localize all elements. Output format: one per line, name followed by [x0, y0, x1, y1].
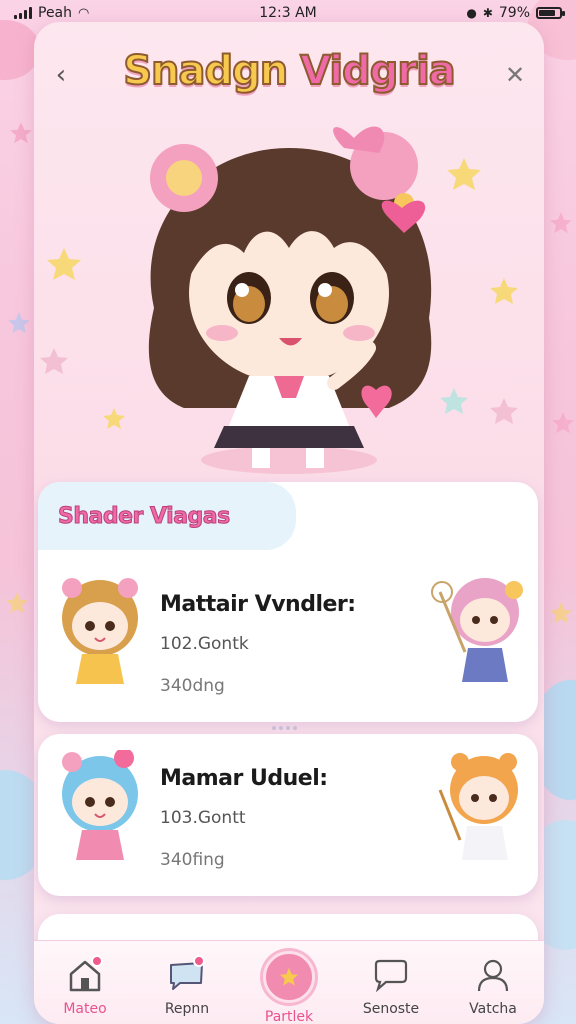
page-title: Snadgn Vidgria [94, 47, 484, 95]
nav-item-profile[interactable]: Vatcha [448, 955, 538, 1017]
battery-percent: 79% [498, 5, 530, 21]
nav-label: Mateo [63, 1001, 107, 1017]
hero-illustration [34, 108, 544, 488]
item-meta: 340dng [160, 676, 225, 696]
character-thumbnail [438, 753, 518, 860]
nav-label: Senoste [362, 1001, 420, 1017]
title-part-2: Vidgria [299, 47, 457, 95]
header: ‹ Snadgn Vidgria ✕ [34, 40, 544, 110]
list-item[interactable]: Mamar Uduel: 103.Gontt 340fing [52, 740, 532, 890]
user-icon [477, 959, 509, 992]
item-name: Mattair Vvndler: [160, 592, 356, 617]
list-panel: Shader Viagas Mattair Vvndler: 102.Gontk… [38, 482, 538, 722]
nav-label: Partlek [264, 1009, 314, 1024]
item-detail: 103.Gontt [160, 808, 246, 828]
section-title: Shader Viagas [58, 503, 231, 529]
item-name: Mamar Uduel: [160, 766, 328, 791]
notification-badge [193, 955, 205, 967]
item-detail: 102.Gontk [160, 634, 249, 654]
battery-icon [536, 7, 565, 19]
alarm-icon: ● [466, 6, 477, 20]
nav-item-messages[interactable]: Repnn [142, 955, 232, 1017]
character-avatar [62, 578, 138, 684]
close-icon: ✕ [504, 61, 526, 89]
nav-item-home[interactable]: Mateo [40, 955, 130, 1017]
chevron-left-icon: ‹ [55, 60, 67, 90]
list-item[interactable]: Mattair Vvndler: 102.Gontk 340dng [52, 566, 532, 716]
list-panel-2: Mamar Uduel: 103.Gontt 340fing [38, 734, 538, 896]
nav-label: Repnn [164, 1001, 210, 1017]
drag-handle[interactable] [272, 726, 297, 730]
close-button[interactable]: ✕ [500, 60, 530, 90]
signal-icon [14, 7, 32, 19]
carrier-label: Peah [38, 5, 73, 21]
item-meta: 340fing [160, 850, 225, 870]
nav-label: Vatcha [469, 1001, 517, 1017]
bottom-nav: Mateo Repnn Partlek Senoste Vatcha [34, 940, 544, 1024]
chibi-girl-illustration [40, 126, 518, 474]
character-avatar [62, 750, 138, 860]
nav-item-chat[interactable]: Senoste [346, 955, 436, 1017]
wifi-icon: ◠ [78, 5, 90, 21]
app-card: ‹ Snadgn Vidgria ✕ Shader Viagas Mattair… [34, 22, 544, 1024]
back-button[interactable]: ‹ [46, 60, 76, 90]
character-thumbnail [431, 578, 523, 682]
chat-bubble-icon [374, 959, 408, 992]
bluetooth-icon: ✱ [482, 6, 493, 20]
star-icon [279, 967, 299, 986]
nav-item-active[interactable]: Partlek [244, 951, 334, 1024]
notification-badge [91, 955, 103, 967]
title-part-1: Snadgn [122, 47, 301, 95]
section-header: Shader Viagas [38, 482, 296, 550]
status-bar: Peah ◠ 12:3 AM ● ✱ 79% [0, 0, 576, 26]
